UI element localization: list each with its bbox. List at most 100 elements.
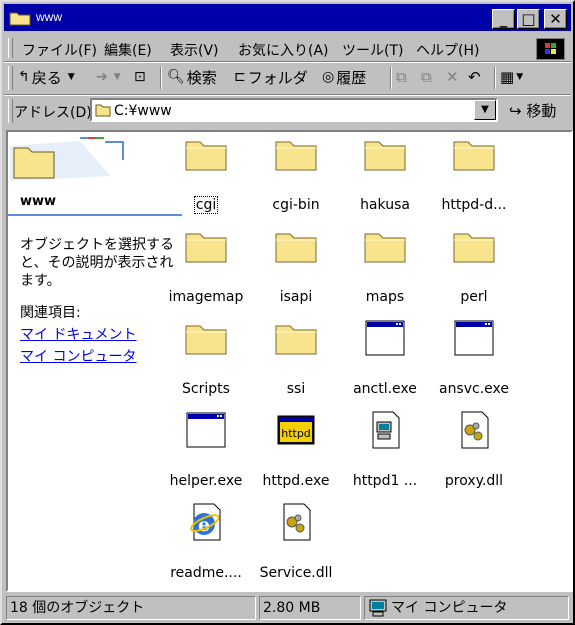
windows-logo-icon [536, 38, 565, 60]
my-documents-link[interactable]: マイ ドキュメント [20, 324, 136, 344]
back-button[interactable]: ↰ 戻る ▼ [18, 65, 75, 89]
undo-button[interactable]: ↶ [468, 65, 481, 89]
address-dropdown-button[interactable]: ▼ [474, 100, 496, 120]
history-button[interactable]: ◎ 履歴 [322, 65, 366, 89]
related-label: 関連項目: [20, 305, 81, 321]
folder-icon [452, 226, 496, 266]
exe-icon [363, 318, 407, 358]
title-bar[interactable]: www _ □ ✕ [4, 4, 571, 31]
folder-icon [274, 226, 318, 266]
folder-title: www [20, 194, 57, 209]
forward-dropdown-icon[interactable]: ▼ [114, 72, 121, 82]
file-item[interactable]: imagemap [161, 226, 251, 305]
forward-button[interactable]: ➔ ▼ [96, 65, 121, 89]
go-arrow-icon: ↪ [509, 102, 522, 120]
close-button[interactable]: ✕ [544, 9, 567, 29]
folder-icon [274, 318, 318, 358]
go-button[interactable]: ↪ 移動 [509, 100, 556, 121]
file-name: ssi [286, 381, 306, 397]
undo-icon: ↶ [468, 68, 481, 86]
address-label: アドレス(D) [14, 105, 92, 121]
file-item[interactable]: anctl.exe [340, 318, 430, 397]
file-item[interactable]: maps [340, 226, 430, 305]
views-dropdown-icon: ▼ [516, 72, 524, 82]
toolbar-separator [494, 67, 496, 89]
file-item[interactable]: proxy.dll [429, 410, 519, 489]
folder-icon [452, 134, 496, 174]
title-underline [8, 214, 182, 216]
menu-edit[interactable]: 編集(E) [104, 40, 152, 60]
selection-hint: オブジェクトを選択すると、その説明が表示されます。 [20, 237, 174, 289]
move-to-button[interactable]: ⧉ [396, 65, 407, 89]
back-dropdown-icon[interactable]: ▼ [68, 72, 75, 82]
file-item[interactable]: ssi [251, 318, 341, 397]
menu-tools[interactable]: ツール(T) [342, 40, 403, 60]
file-item[interactable]: Scripts [161, 318, 251, 397]
history-icon: ◎ [322, 69, 335, 85]
toolbar-separator [390, 67, 392, 89]
address-input[interactable]: C:¥www ▼ [90, 98, 498, 122]
file-item[interactable]: httpd httpd.exe [251, 410, 341, 489]
file-item[interactable]: isapi [251, 226, 341, 305]
back-label: 戻る [31, 68, 62, 87]
file-item[interactable]: cgi-bin [251, 134, 341, 213]
folders-button[interactable]: ⊏ フォルダ [234, 65, 308, 89]
history-label: 履歴 [336, 68, 367, 87]
my-computer-icon [369, 599, 387, 617]
move-to-icon: ⧉ [396, 68, 407, 86]
copy-to-button[interactable]: ⧉ [421, 65, 432, 89]
file-name: ansvc.exe [438, 381, 509, 397]
search-button[interactable]: 🔍︎ 検索 [167, 65, 217, 89]
file-name: anctl.exe [353, 381, 417, 397]
delete-button[interactable]: ✕ [446, 65, 459, 89]
file-name: maps [365, 289, 405, 305]
menubar-grip[interactable] [8, 38, 13, 58]
menu-help[interactable]: ヘルプ(H) [416, 40, 479, 60]
address-value: C:¥www [114, 103, 172, 119]
folder-icon [9, 12, 31, 26]
file-item[interactable]: helper.exe [161, 410, 251, 489]
exe-icon [184, 410, 228, 450]
file-item[interactable]: httpd-d... [429, 134, 519, 213]
file-item[interactable]: hakusa [340, 134, 430, 213]
addressbar-grip[interactable] [8, 99, 13, 123]
folders-icon: ⊏ [234, 69, 246, 85]
file-item[interactable]: Service.dll [251, 502, 341, 581]
status-location-label: マイ コンピュータ [391, 600, 508, 616]
up-folder-button[interactable]: ⊡ [134, 65, 148, 89]
file-item[interactable]: perl [429, 226, 519, 305]
file-item[interactable]: e readme.... [161, 502, 251, 581]
exe-icon [452, 318, 496, 358]
file-name: readme.... [170, 565, 242, 581]
file-name: cgi-bin [272, 197, 320, 213]
folder-icon [95, 104, 111, 117]
menu-favorites[interactable]: お気に入り(A) [238, 40, 329, 60]
file-item[interactable]: ansvc.exe [429, 318, 519, 397]
search-label: 検索 [186, 68, 217, 87]
file-name: imagemap [168, 289, 244, 305]
status-location: マイ コンピュータ [364, 596, 569, 620]
file-name: isapi [279, 289, 313, 305]
maximize-button[interactable]: □ [517, 9, 540, 29]
menu-view[interactable]: 表示(V) [170, 40, 219, 60]
window-title: www [36, 10, 62, 24]
file-name: Service.dll [259, 565, 333, 581]
folder-icon [184, 226, 228, 266]
menu-bar: ファイル(F) 編集(E) 表示(V) お気に入り(A) ツール(T) ヘルプ(… [4, 35, 571, 61]
explorer-window: www _ □ ✕ ファイル(F) 編集(E) 表示(V) お気に入り(A) ツ… [0, 0, 575, 625]
folder-icon [184, 134, 228, 174]
file-name: proxy.dll [444, 473, 504, 489]
folder-icon [184, 318, 228, 358]
file-name: httpd1 ... [352, 473, 418, 489]
menu-file[interactable]: ファイル(F) [22, 40, 97, 60]
httpd-icon-text: httpd [281, 427, 311, 440]
go-label: 移動 [526, 102, 557, 120]
file-name: httpd.exe [262, 473, 330, 489]
my-computer-link[interactable]: マイ コンピュータ [20, 346, 136, 366]
search-icon: 🔍︎ [167, 69, 185, 85]
minimize-button[interactable]: _ [492, 9, 515, 29]
toolbar-grip[interactable] [8, 66, 13, 90]
file-item[interactable]: cgi [161, 134, 251, 214]
views-button[interactable]: ▦ ▼ [500, 65, 523, 89]
file-item[interactable]: httpd1 ... [340, 410, 430, 489]
